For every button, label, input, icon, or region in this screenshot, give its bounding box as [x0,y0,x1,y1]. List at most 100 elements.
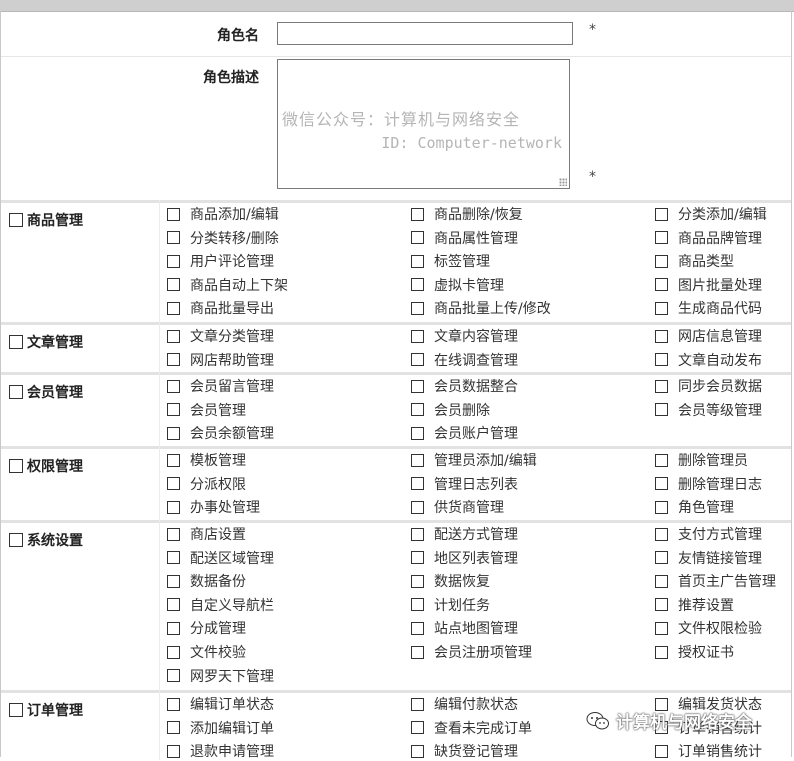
permission-checkbox[interactable] [167,721,180,735]
permission-item[interactable]: 虚拟卡管理 [411,275,504,295]
permission-checkbox[interactable] [655,598,668,612]
role-name-input[interactable] [277,22,573,45]
permission-item[interactable]: 查看未完成订单 [411,718,532,738]
permission-checkbox[interactable] [167,453,180,467]
permission-item[interactable]: 标签管理 [411,251,490,271]
permission-checkbox[interactable] [655,500,668,514]
permission-checkbox[interactable] [411,453,424,467]
permission-item[interactable]: 会员等级管理 [655,400,762,420]
permission-checkbox[interactable] [411,353,424,367]
permission-item[interactable]: 文件权限检验 [655,618,762,638]
permission-checkbox[interactable] [411,598,424,612]
permission-item[interactable]: 商品类型 [655,251,734,271]
permission-checkbox[interactable] [167,231,180,245]
permission-item[interactable]: 添加编辑订单 [167,718,274,738]
permission-checkbox[interactable] [411,278,424,292]
permission-item[interactable]: 分派权限 [167,474,246,494]
permission-checkbox[interactable] [655,551,668,565]
section-checkbox[interactable] [9,533,23,547]
permission-item[interactable]: 商品品牌管理 [655,228,762,248]
section-checkbox[interactable] [9,703,23,717]
permission-checkbox[interactable] [167,621,180,635]
section-select-all[interactable]: 文章管理 [9,332,83,352]
permission-item[interactable]: 文章分类管理 [167,326,274,346]
permission-item[interactable]: 支付方式管理 [655,524,762,544]
permission-item[interactable]: 缺货登记管理 [411,741,518,761]
permission-checkbox[interactable] [655,477,668,491]
section-select-all[interactable]: 商品管理 [9,210,83,230]
permission-checkbox[interactable] [655,645,668,659]
permission-item[interactable]: 管理日志列表 [411,474,518,494]
permission-item[interactable]: 自定义导航栏 [167,595,274,615]
permission-item[interactable]: 模板管理 [167,450,246,470]
permission-item[interactable]: 数据备份 [167,571,246,591]
permission-item[interactable]: 生成商品代码 [655,298,762,318]
permission-item[interactable]: 商品添加/编辑 [167,204,279,224]
permission-item[interactable]: 删除管理员 [655,450,748,470]
permission-checkbox[interactable] [655,301,668,315]
permission-item[interactable]: 供货商管理 [411,497,504,517]
role-desc-textarea[interactable] [277,59,570,189]
permission-item[interactable]: 管理员添加/编辑 [411,450,537,470]
permission-item[interactable]: 删除管理日志 [655,474,762,494]
permission-checkbox[interactable] [167,426,180,440]
permission-item[interactable]: 订单销售统计 [655,741,762,761]
permission-checkbox[interactable] [411,697,424,711]
permission-item[interactable]: 商品自动上下架 [167,275,288,295]
permission-item[interactable]: 商店设置 [167,524,246,544]
permission-checkbox[interactable] [167,254,180,268]
permission-item[interactable]: 数据恢复 [411,571,490,591]
permission-item[interactable]: 商品删除/恢复 [411,204,523,224]
permission-checkbox[interactable] [655,453,668,467]
permission-checkbox[interactable] [411,254,424,268]
permission-item[interactable]: 分类添加/编辑 [655,204,767,224]
permission-checkbox[interactable] [411,500,424,514]
permission-item[interactable]: 友情链接管理 [655,548,762,568]
permission-item[interactable]: 用户评论管理 [167,251,274,271]
permission-item[interactable]: 配送区域管理 [167,548,274,568]
permission-checkbox[interactable] [411,645,424,659]
permission-checkbox[interactable] [167,527,180,541]
permission-checkbox[interactable] [167,353,180,367]
permission-item[interactable]: 商品批量导出 [167,298,274,318]
permission-item[interactable]: 文章内容管理 [411,326,518,346]
permission-checkbox[interactable] [411,403,424,417]
permission-checkbox[interactable] [167,403,180,417]
section-checkbox[interactable] [9,385,23,399]
permission-checkbox[interactable] [411,329,424,343]
permission-item[interactable]: 办事处管理 [167,497,260,517]
permission-checkbox[interactable] [411,301,424,315]
permission-checkbox[interactable] [167,669,180,683]
permission-item[interactable]: 会员账户管理 [411,423,518,443]
permission-checkbox[interactable] [655,329,668,343]
section-checkbox[interactable] [9,213,23,227]
permission-item[interactable]: 角色管理 [655,497,734,517]
permission-checkbox[interactable] [655,207,668,221]
section-checkbox[interactable] [9,459,23,473]
permission-item[interactable]: 站点地图管理 [411,618,518,638]
permission-checkbox[interactable] [411,721,424,735]
permission-checkbox[interactable] [411,551,424,565]
permission-checkbox[interactable] [411,574,424,588]
section-checkbox[interactable] [9,335,23,349]
permission-checkbox[interactable] [167,500,180,514]
permission-checkbox[interactable] [655,527,668,541]
permission-checkbox[interactable] [411,744,424,758]
permission-item[interactable]: 文件校验 [167,642,246,662]
permission-item[interactable]: 配送方式管理 [411,524,518,544]
permission-item[interactable]: 商品属性管理 [411,228,518,248]
permission-item[interactable]: 授权证书 [655,642,734,662]
permission-checkbox[interactable] [167,551,180,565]
permission-checkbox[interactable] [167,744,180,758]
permission-item[interactable]: 地区列表管理 [411,548,518,568]
resize-grip-icon[interactable] [559,178,567,186]
permission-checkbox[interactable] [167,301,180,315]
permission-item[interactable]: 退款申请管理 [167,741,274,761]
permission-item[interactable]: 会员余额管理 [167,423,274,443]
permission-checkbox[interactable] [655,621,668,635]
permission-checkbox[interactable] [411,621,424,635]
permission-checkbox[interactable] [167,697,180,711]
permission-checkbox[interactable] [411,207,424,221]
permission-item[interactable]: 网罗天下管理 [167,666,274,686]
permission-checkbox[interactable] [655,744,668,758]
